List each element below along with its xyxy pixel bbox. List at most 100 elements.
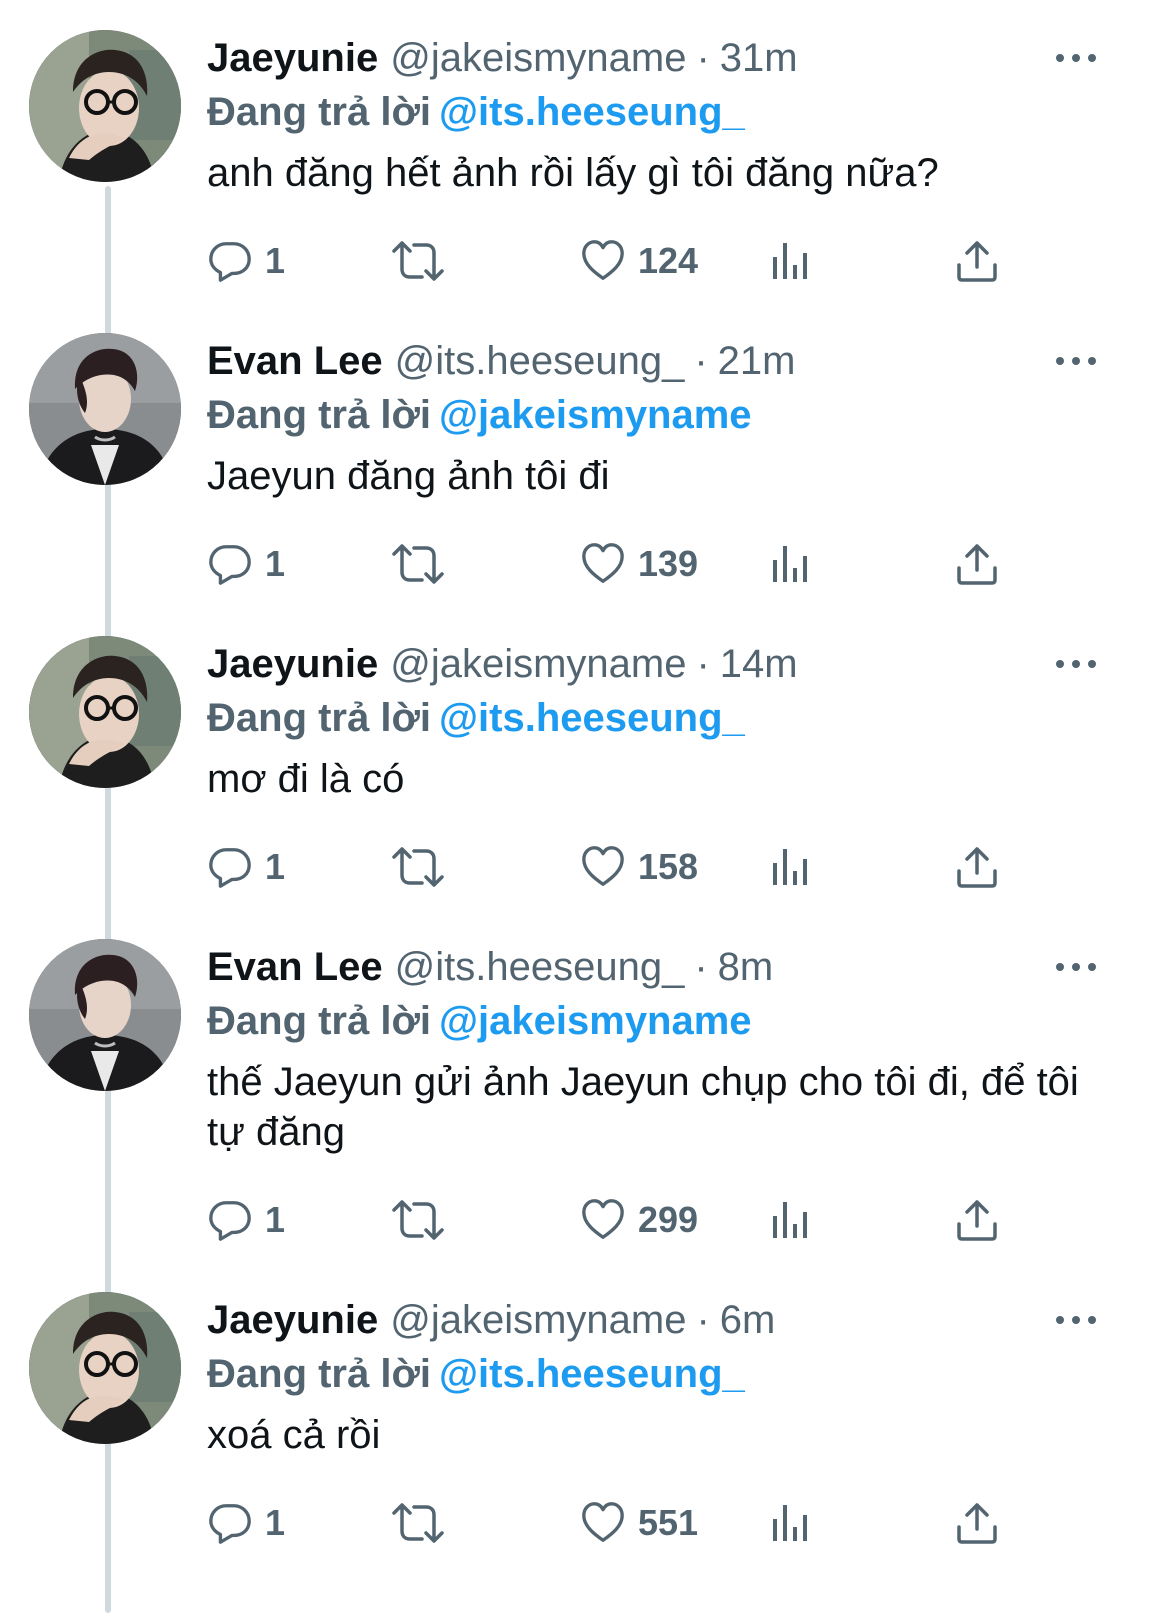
separator-dot: · — [696, 642, 710, 686]
views-button[interactable] — [770, 236, 810, 286]
mention-link[interactable]: @jakeismyname — [439, 393, 752, 437]
reply-count: 1 — [265, 1502, 286, 1543]
ellipsis-icon — [1056, 660, 1064, 668]
more-options-button[interactable] — [1056, 957, 1096, 977]
user-handle[interactable]: @its.heeseung_ — [395, 333, 685, 389]
like-button[interactable]: 124 — [580, 236, 698, 286]
retweet-button[interactable] — [390, 539, 446, 589]
replying-to: Đang trả lời @jakeismyname — [207, 389, 1107, 441]
avatar[interactable] — [29, 636, 181, 788]
timestamp[interactable]: 31m — [720, 30, 798, 86]
like-button[interactable]: 551 — [580, 1498, 698, 1548]
more-options-button[interactable] — [1056, 1310, 1096, 1330]
like-count: 124 — [638, 240, 699, 281]
speech-bubble-icon — [207, 1500, 253, 1546]
tweet-actions: 1 299 — [207, 1195, 1007, 1245]
retweet-arrows-icon — [390, 540, 446, 588]
display-name[interactable]: Jaeyunie — [207, 30, 378, 86]
bar-chart-icon — [770, 241, 810, 281]
display-name[interactable]: Jaeyunie — [207, 636, 378, 692]
tweet-header: Jaeyunie @jakeismyname · 14m — [207, 636, 1107, 692]
retweet-arrows-icon — [390, 843, 446, 891]
separator-dot: · — [694, 945, 708, 989]
views-button[interactable] — [770, 842, 810, 892]
retweet-button[interactable] — [390, 236, 446, 286]
tweet[interactable]: Evan Lee @its.heeseung_ · 8m Đang trả lờ… — [0, 939, 1170, 1279]
timestamp[interactable]: 14m — [720, 636, 798, 692]
tweet[interactable]: Jaeyunie @jakeismyname · 14m Đang trả lờ… — [0, 636, 1170, 926]
views-button[interactable] — [770, 1498, 810, 1548]
retweet-button[interactable] — [390, 1498, 446, 1548]
share-button[interactable] — [955, 1195, 999, 1245]
display-name[interactable]: Jaeyunie — [207, 1292, 378, 1348]
replying-to: Đang trả lời @its.heeseung_ — [207, 86, 1107, 138]
tweet-actions: 1 124 — [207, 236, 1007, 286]
avatar[interactable] — [29, 939, 181, 1091]
reply-button[interactable]: 1 — [207, 842, 285, 892]
more-options-button[interactable] — [1056, 48, 1096, 68]
like-button[interactable]: 299 — [580, 1195, 698, 1245]
retweet-button[interactable] — [390, 1195, 446, 1245]
reply-button[interactable]: 1 — [207, 236, 285, 286]
share-button[interactable] — [955, 842, 999, 892]
display-name[interactable]: Evan Lee — [207, 939, 383, 995]
replying-to: Đang trả lời @jakeismyname — [207, 995, 1107, 1047]
timestamp[interactable]: 21m — [718, 333, 796, 389]
reply-count: 1 — [265, 846, 286, 887]
bar-chart-icon — [770, 1503, 810, 1543]
tweet[interactable]: Jaeyunie @jakeismyname · 6m Đang trả lời… — [0, 1292, 1170, 1592]
avatar[interactable] — [29, 1292, 181, 1444]
tweet-content: Jaeyunie @jakeismyname · 14m Đang trả lờ… — [207, 636, 1107, 804]
like-count: 551 — [638, 1502, 699, 1543]
like-button[interactable]: 158 — [580, 842, 698, 892]
mention-link[interactable]: @jakeismyname — [439, 999, 752, 1043]
like-button[interactable]: 139 — [580, 539, 698, 589]
more-options-button[interactable] — [1056, 351, 1096, 371]
more-options-button[interactable] — [1056, 654, 1096, 674]
ellipsis-icon — [1056, 357, 1064, 365]
tweet-content: Jaeyunie @jakeismyname · 6m Đang trả lời… — [207, 1292, 1107, 1460]
tweet-text: Jaeyun đăng ảnh tôi đi — [207, 454, 610, 498]
tweet-header: Evan Lee @its.heeseung_ · 21m — [207, 333, 1107, 389]
mention-link[interactable]: @its.heeseung_ — [439, 90, 745, 134]
retweet-arrows-icon — [390, 237, 446, 285]
retweet-button[interactable] — [390, 842, 446, 892]
tweet[interactable]: Evan Lee @its.heeseung_ · 21m Đang trả l… — [0, 333, 1170, 623]
tweet[interactable]: Jaeyunie @jakeismyname · 31m Đang trả lờ… — [0, 30, 1170, 320]
share-upload-icon — [955, 1501, 999, 1545]
timestamp[interactable]: 8m — [718, 939, 774, 995]
reply-count: 1 — [265, 1199, 286, 1240]
speech-bubble-icon — [207, 844, 253, 890]
tweet-content: Jaeyunie @jakeismyname · 31m Đang trả lờ… — [207, 30, 1107, 198]
speech-bubble-icon — [207, 238, 253, 284]
retweet-arrows-icon — [390, 1499, 446, 1547]
reply-button[interactable]: 1 — [207, 539, 285, 589]
heart-outline-icon — [580, 1197, 626, 1243]
tweet-text: xoá cả rồi — [207, 1413, 381, 1457]
user-handle[interactable]: @jakeismyname — [390, 636, 686, 692]
reply-count: 1 — [265, 240, 286, 281]
mention-link[interactable]: @its.heeseung_ — [439, 696, 745, 740]
separator-dot: · — [694, 339, 708, 383]
replying-to-label: Đang trả lời — [207, 999, 432, 1043]
replying-to-label: Đang trả lời — [207, 696, 432, 740]
avatar[interactable] — [29, 30, 181, 182]
reply-button[interactable]: 1 — [207, 1195, 285, 1245]
mention-link[interactable]: @its.heeseung_ — [439, 1352, 745, 1396]
timestamp[interactable]: 6m — [720, 1292, 776, 1348]
share-button[interactable] — [955, 1498, 999, 1548]
share-button[interactable] — [955, 539, 999, 589]
views-button[interactable] — [770, 539, 810, 589]
reply-button[interactable]: 1 — [207, 1498, 285, 1548]
tweet-header: Evan Lee @its.heeseung_ · 8m — [207, 939, 1107, 995]
user-handle[interactable]: @jakeismyname — [390, 30, 686, 86]
views-button[interactable] — [770, 1195, 810, 1245]
user-handle[interactable]: @its.heeseung_ — [395, 939, 685, 995]
heart-outline-icon — [580, 541, 626, 587]
separator-dot: · — [696, 1298, 710, 1342]
display-name[interactable]: Evan Lee — [207, 333, 383, 389]
speech-bubble-icon — [207, 541, 253, 587]
user-handle[interactable]: @jakeismyname — [390, 1292, 686, 1348]
share-button[interactable] — [955, 236, 999, 286]
avatar[interactable] — [29, 333, 181, 485]
